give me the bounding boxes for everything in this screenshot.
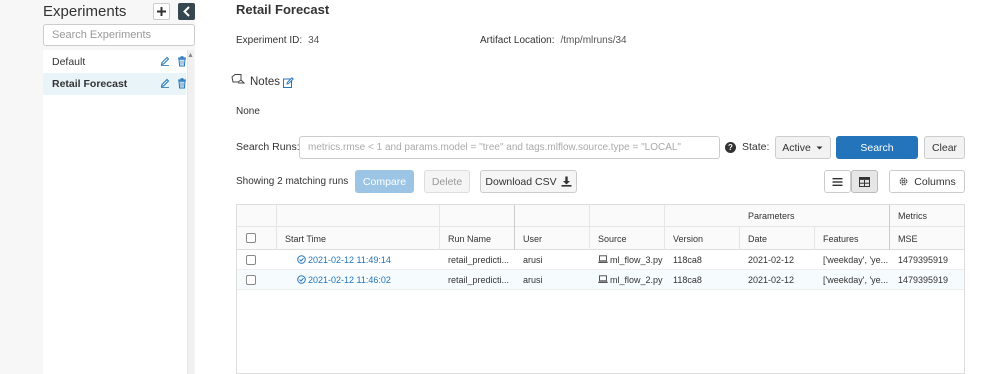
compare-button[interactable]: Compare <box>355 170 414 193</box>
search-button[interactable]: Search <box>836 136 918 159</box>
column-header-date[interactable]: Date <box>748 234 767 244</box>
experiment-id-label: Experiment ID: <box>236 35 303 46</box>
download-icon <box>561 176 572 187</box>
list-view-button[interactable] <box>824 170 851 193</box>
column-divider <box>739 227 740 250</box>
plus-icon <box>157 7 166 16</box>
notes-label: Notes <box>250 76 281 88</box>
param-features: ['weekday', 'ye... <box>823 275 889 285</box>
column-divider <box>814 227 815 250</box>
run-start-time-link[interactable]: 2021-02-12 11:46:02 <box>308 275 391 285</box>
table-group-header <box>237 205 964 227</box>
run-start-time-link[interactable]: 2021-02-12 11:49:14 <box>308 255 391 265</box>
search-experiments-placeholder: Search Experiments <box>52 29 152 41</box>
download-csv-button[interactable]: Download CSV <box>480 170 577 193</box>
list-icon <box>832 177 843 186</box>
param-features: ['weekday', 'ye... <box>823 255 889 265</box>
caret-down-icon <box>816 146 823 149</box>
metrics-group-header: Metrics <box>898 211 927 221</box>
run-source[interactable]: ml_flow_2.py <box>610 275 663 285</box>
param-date: 2021-02-12 <box>748 275 795 285</box>
metric-mse: 1479395919 <box>898 275 949 285</box>
edit-icon[interactable] <box>160 78 170 88</box>
collapse-sidebar-button[interactable] <box>178 3 195 20</box>
state-label: State: <box>742 141 770 153</box>
edit-icon[interactable] <box>160 56 170 66</box>
column-divider <box>439 205 440 250</box>
notes-content: None <box>236 106 260 117</box>
select-all-checkbox[interactable] <box>246 233 256 243</box>
trash-icon[interactable] <box>177 56 187 67</box>
delete-button[interactable]: Delete <box>424 170 470 193</box>
row-checkbox[interactable] <box>246 275 256 285</box>
gear-icon <box>899 177 908 186</box>
column-divider <box>589 205 590 250</box>
chevron-left-icon <box>182 6 190 17</box>
columns-label: Columns <box>914 175 956 188</box>
table-icon <box>859 176 870 187</box>
success-check-icon <box>297 275 306 284</box>
run-version: 118ca8 <box>673 255 702 265</box>
trash-icon[interactable] <box>177 78 187 89</box>
matching-runs-text: Showing 2 matching runs <box>236 176 349 187</box>
parameters-group-header: Parameters <box>748 211 795 221</box>
experiment-list: Default Retail Forecast <box>43 50 194 374</box>
page-title: Retail Forecast <box>236 2 330 17</box>
experiment-id: Experiment ID: 34 <box>236 35 319 46</box>
experiment-item-retail-forecast[interactable]: Retail Forecast <box>43 73 186 95</box>
run-user: arusi <box>523 255 543 265</box>
experiment-name: Retail Forecast <box>52 78 128 90</box>
state-value: Active <box>782 141 811 154</box>
param-date: 2021-02-12 <box>748 255 795 265</box>
state-dropdown[interactable]: Active <box>775 136 831 159</box>
column-header-run-name[interactable]: Run Name <box>448 234 491 244</box>
column-divider <box>664 205 665 250</box>
column-header-source[interactable]: Source <box>598 234 627 244</box>
success-check-icon <box>297 255 306 264</box>
collapse-notes-icon[interactable] <box>229 73 245 87</box>
search-runs-label: Search Runs: <box>236 141 300 153</box>
column-header-features[interactable]: Features <box>823 234 859 244</box>
run-version: 118ca8 <box>673 275 702 285</box>
column-header-version[interactable]: Version <box>673 234 703 244</box>
scroll-up-arrow-icon[interactable]: ▲ <box>187 52 194 59</box>
metric-mse: 1479395919 <box>898 255 949 265</box>
experiments-title: Experiments <box>43 3 127 20</box>
download-csv-label: Download CSV <box>485 175 557 188</box>
artifact-location: Artifact Location: /tmp/mlruns/34 <box>480 35 627 46</box>
clear-button[interactable]: Clear <box>924 136 965 159</box>
experiment-item-default[interactable]: Default <box>43 51 186 73</box>
row-checkbox[interactable] <box>246 255 256 265</box>
run-name: retail_predicti... <box>448 275 510 285</box>
run-name: retail_predicti... <box>448 255 510 265</box>
experiment-id-value: 34 <box>308 35 320 46</box>
column-header-user[interactable]: User <box>523 234 542 244</box>
artifact-location-value: /tmp/mlruns/34 <box>560 35 627 46</box>
add-experiment-button[interactable] <box>153 3 170 20</box>
laptop-icon <box>598 255 608 263</box>
table-view-button[interactable] <box>851 170 878 193</box>
run-source[interactable]: ml_flow_3.py <box>610 255 663 265</box>
run-user: arusi <box>523 275 543 285</box>
column-header-mse[interactable]: MSE <box>898 234 918 244</box>
edit-notes-icon[interactable] <box>283 77 294 88</box>
column-header-start-time[interactable]: Start Time <box>285 234 326 244</box>
experiment-name: Default <box>52 56 86 68</box>
search-experiments-input[interactable]: Search Experiments <box>43 24 195 46</box>
columns-button[interactable]: Columns <box>889 170 965 193</box>
help-icon[interactable]: ? <box>725 142 736 153</box>
column-divider <box>276 205 277 250</box>
search-runs-placeholder: metrics.rmse < 1 and params.model = "tre… <box>308 142 681 153</box>
search-runs-input[interactable]: metrics.rmse < 1 and params.model = "tre… <box>299 136 720 159</box>
laptop-icon <box>598 275 608 283</box>
artifact-location-label: Artifact Location: <box>480 35 555 46</box>
sidebar-scrollbar[interactable] <box>187 50 194 374</box>
